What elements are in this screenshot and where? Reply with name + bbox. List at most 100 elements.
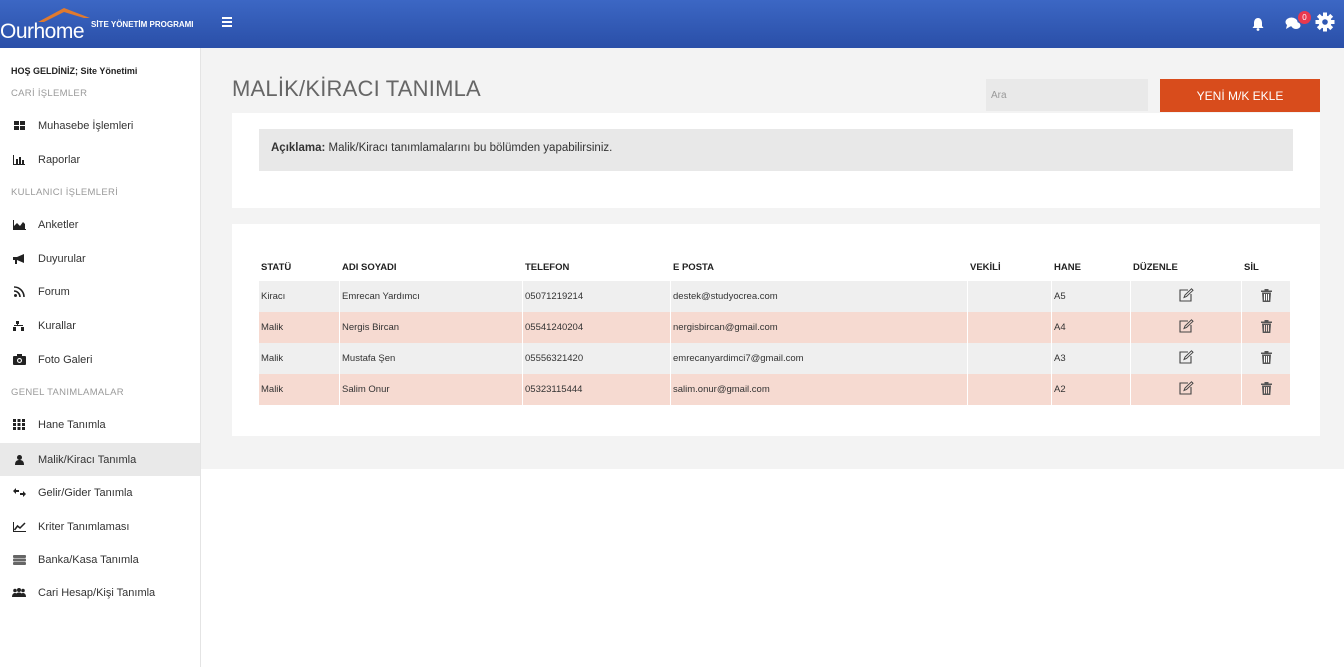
column-header-delete: SİL (1244, 262, 1259, 273)
sidebar-item-label: Duyurular (38, 252, 86, 265)
column-header-email: E POSTA (673, 262, 714, 273)
cell-unit: A4 (1052, 312, 1131, 343)
description-box: Açıklama: Malik/Kiracı tanımlamalarını b… (259, 129, 1293, 171)
cell-status: Malik (259, 343, 340, 374)
sidebar-item-raporlar[interactable]: Raporlar (0, 143, 200, 176)
logo-subtitle: SİTE YÖNETİM PROGRAMI (91, 20, 194, 29)
cell-status: Malik (259, 312, 340, 343)
sidebar-item-muhasebe[interactable]: Muhasebe İşlemleri (0, 109, 200, 142)
cell-status: Kiracı (259, 281, 340, 312)
sidebar-item-foto-galeri[interactable]: Foto Galeri (0, 343, 200, 376)
column-header-name: ADI SOYADI (342, 262, 397, 273)
feed-icon (0, 286, 38, 297)
cell-proxy (968, 374, 1052, 405)
edit-icon[interactable] (1178, 350, 1194, 367)
cell-phone: 05071219214 (523, 281, 671, 312)
sidebar-item-label: Kurallar (38, 319, 76, 332)
sidebar-item-label: Raporlar (38, 153, 81, 166)
sidebar-item-banka-kasa[interactable]: Banka/Kasa Tanımla (0, 543, 200, 576)
section-heading-kullanici: KULLANICI İŞLEMLERİ (11, 187, 119, 198)
column-header-status: STATÜ (261, 262, 292, 273)
sidebar-item-kurallar[interactable]: Kurallar (0, 309, 200, 342)
bell-icon[interactable] (1252, 18, 1264, 31)
cell-email: emrecanyardimci7@gmail.com (671, 343, 968, 374)
cell-name: Emrecan Yardımcı (340, 281, 523, 312)
cell-phone: 05541240204 (523, 312, 671, 343)
cell-email: destek@studyocrea.com (671, 281, 968, 312)
sidebar-item-label: Cari Hesap/Kişi Tanımla (38, 586, 156, 599)
cell-proxy (968, 312, 1052, 343)
sidebar-item-hane-tanimla[interactable]: Hane Tanımla (0, 408, 200, 441)
top-navbar: Ourhome SİTE YÖNETİM PROGRAMI 0 (0, 0, 1344, 48)
logo-text: Ourhome (0, 20, 85, 43)
edit-icon[interactable] (1178, 288, 1194, 305)
sidebar-item-label: Kriter Tanımlaması (38, 520, 130, 533)
cell-edit (1131, 343, 1242, 374)
sidebar-item-label: Banka/Kasa Tanımla (38, 553, 139, 566)
section-heading-cari: CARİ İŞLEMLER (11, 88, 88, 99)
sidebar-item-label: Foto Galeri (38, 353, 93, 366)
edit-icon[interactable] (1178, 319, 1194, 336)
sidebar-item-duyurular[interactable]: Duyurular (0, 242, 200, 275)
sidebar-item-forum[interactable]: Forum (0, 275, 200, 308)
description-panel: Açıklama: Malik/Kiracı tanımlamalarını b… (232, 113, 1320, 208)
cell-proxy (968, 343, 1052, 374)
edit-icon[interactable] (1178, 381, 1194, 398)
column-header-unit: HANE (1054, 262, 1081, 273)
user-icon (0, 454, 38, 465)
camera-icon (0, 354, 38, 365)
trash-icon[interactable] (1260, 381, 1272, 398)
cell-edit (1131, 312, 1242, 343)
cell-delete (1242, 343, 1291, 374)
sitemap-icon (0, 320, 38, 331)
table-row: Malik Mustafa Şen 05556321420 emrecanyar… (259, 343, 1291, 374)
money-icon (0, 554, 38, 565)
sidebar-item-malik-kiraci[interactable]: Malik/Kiracı Tanımla (0, 443, 200, 476)
logo[interactable]: Ourhome SİTE YÖNETİM PROGRAMI (0, 4, 200, 44)
bar-chart-icon (0, 154, 38, 165)
column-header-phone: TELEFON (525, 262, 570, 273)
search-input[interactable] (986, 79, 1148, 111)
cell-name: Mustafa Şen (340, 343, 523, 374)
dashboard-icon (0, 121, 38, 130)
gear-icon[interactable] (1315, 12, 1335, 32)
add-owner-tenant-button[interactable]: YENİ M/K EKLE (1160, 79, 1320, 112)
sidebar-item-label: Muhasebe İşlemleri (38, 119, 134, 132)
cell-phone: 05323115444 (523, 374, 671, 405)
table-row: Kiracı Emrecan Yardımcı 05071219214 dest… (259, 281, 1291, 312)
cell-delete (1242, 374, 1291, 405)
column-header-proxy: VEKİLİ (970, 262, 1001, 273)
description-label: Açıklama: (271, 142, 326, 154)
sidebar-item-kriter[interactable]: Kriter Tanımlaması (0, 510, 200, 543)
trash-icon[interactable] (1260, 350, 1272, 367)
menu-toggle-button[interactable] (222, 15, 236, 31)
section-heading-genel: GENEL TANIMLAMALAR (11, 387, 124, 398)
sidebar-item-label: Hane Tanımla (38, 418, 106, 431)
cell-unit: A2 (1052, 374, 1131, 405)
cell-edit (1131, 281, 1242, 312)
main-content: MALİK/KİRACI TANIMLA YENİ M/K EKLE Açıkl… (201, 48, 1344, 469)
cell-email: salim.onur@gmail.com (671, 374, 968, 405)
column-header-edit: DÜZENLE (1133, 262, 1178, 273)
cell-name: Salim Onur (340, 374, 523, 405)
sidebar-item-label: Anketler (38, 218, 79, 231)
sidebar-item-anketler[interactable]: Anketler (0, 208, 200, 241)
cell-email: nergisbircan@gmail.com (671, 312, 968, 343)
sidebar-item-cari-hesap[interactable]: Cari Hesap/Kişi Tanımla (0, 576, 200, 609)
bullhorn-icon (0, 253, 38, 264)
table-panel: STATÜ ADI SOYADI TELEFON E POSTA VEKİLİ … (232, 224, 1320, 436)
owner-tenant-table: STATÜ ADI SOYADI TELEFON E POSTA VEKİLİ … (259, 254, 1291, 405)
cell-name: Nergis Bircan (340, 312, 523, 343)
table-row: Malik Salim Onur 05323115444 salim.onur@… (259, 374, 1291, 405)
cell-status: Malik (259, 374, 340, 405)
welcome-text: HOŞ GELDİNİZ; Site Yönetimi (11, 66, 138, 76)
trash-icon[interactable] (1260, 319, 1272, 336)
sidebar-item-label: Gelir/Gider Tanımla (38, 486, 133, 499)
sidebar: HOŞ GELDİNİZ; Site Yönetimi CARİ İŞLEMLE… (0, 48, 201, 667)
cell-proxy (968, 281, 1052, 312)
trash-icon[interactable] (1260, 288, 1272, 305)
page-title: MALİK/KİRACI TANIMLA (232, 76, 481, 101)
sidebar-item-gelir-gider[interactable]: Gelir/Gider Tanımla (0, 476, 200, 509)
table-row: Malik Nergis Bircan 05541240204 nergisbi… (259, 312, 1291, 343)
sidebar-item-label: Forum (38, 285, 70, 298)
